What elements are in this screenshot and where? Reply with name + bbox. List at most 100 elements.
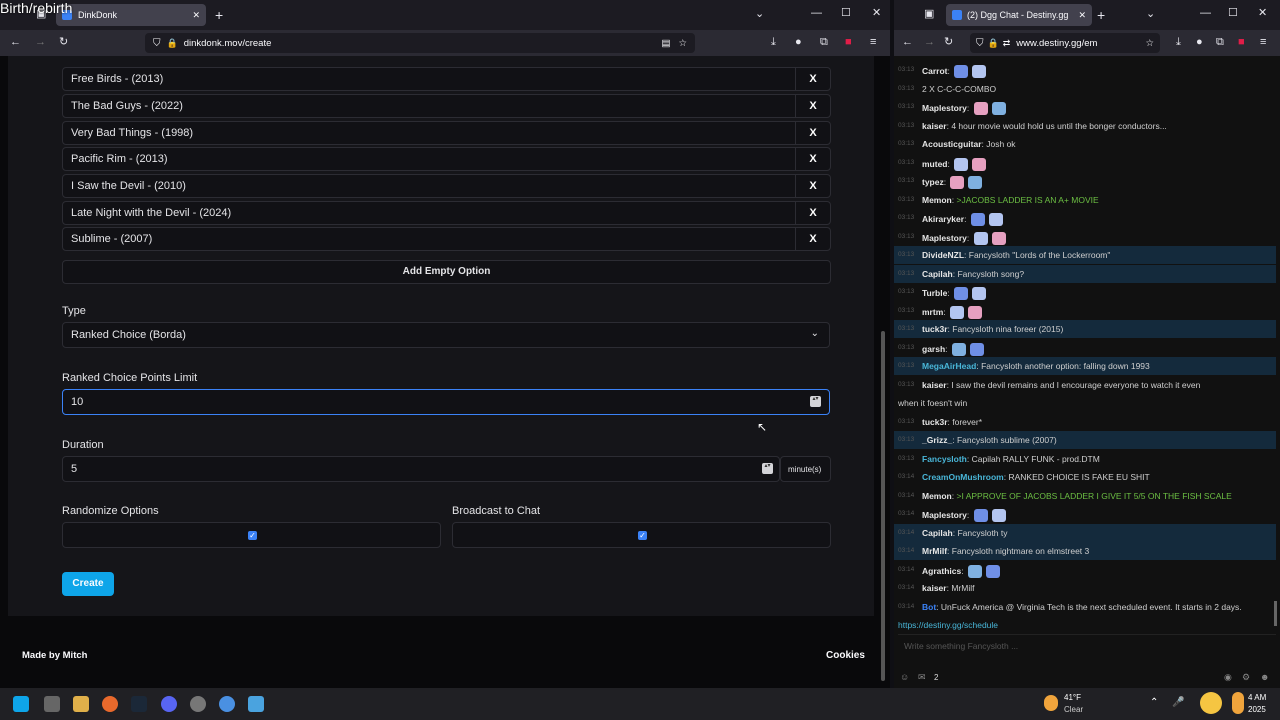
remove-option-button[interactable]: X	[795, 95, 830, 117]
close-tab-icon[interactable]: ✕	[192, 10, 200, 21]
new-tab-icon[interactable]: +	[1097, 8, 1105, 22]
create-button[interactable]: Create	[62, 572, 114, 596]
chat-nick[interactable]: mrtm	[922, 306, 943, 316]
add-empty-option-button[interactable]: Add Empty Option	[62, 260, 831, 284]
chat-nick[interactable]: Carrot	[922, 66, 948, 76]
microphone-icon[interactable]: 🎤	[1172, 697, 1184, 708]
back-icon[interactable]: ←	[902, 37, 913, 48]
tab-list-chevron-icon[interactable]: ⌄	[1146, 9, 1155, 20]
maximize-icon[interactable]: ☐	[841, 8, 851, 19]
scrollbar[interactable]	[881, 331, 885, 681]
chat-nick[interactable]: DivideNZL	[922, 250, 964, 260]
settings-gear-icon[interactable]: ⚙	[1242, 672, 1250, 683]
chat-nick[interactable]: Akiraryker	[922, 214, 964, 224]
remove-option-button[interactable]: X	[795, 122, 830, 144]
remove-option-button[interactable]: X	[795, 202, 830, 224]
notepad-icon[interactable]	[248, 696, 264, 712]
tab-dinkdonk[interactable]: DinkDonk ✕	[56, 4, 206, 26]
broadcast-checkbox[interactable]: ✓	[638, 531, 647, 540]
chat-nick[interactable]: Fancysloth	[922, 454, 967, 464]
duration-input[interactable]: 5 ▴▾	[62, 456, 780, 482]
tab-overview-icon[interactable]: ▣	[924, 9, 934, 20]
chat-nick[interactable]: CreamOnMushroom	[922, 472, 1004, 482]
extensions-icon[interactable]: ⧉	[820, 37, 828, 48]
remove-option-button[interactable]: X	[795, 228, 830, 250]
number-spinner-icon[interactable]: ▴▾	[810, 396, 821, 407]
users-icon[interactable]: ☻	[1260, 672, 1269, 682]
chat-nick[interactable]: _Grizz_	[922, 435, 952, 445]
chat-nick[interactable]: Agrathics	[922, 565, 961, 575]
visibility-icon[interactable]: ◉	[1224, 672, 1232, 683]
close-window-icon[interactable]: ✕	[1258, 8, 1267, 19]
chat-nick[interactable]: garsh	[922, 343, 945, 353]
chat-nick[interactable]: Memon	[922, 491, 952, 501]
firefox-icon[interactable]	[102, 696, 118, 712]
chat-nick[interactable]: Acousticguitar	[922, 139, 982, 149]
points-limit-input[interactable]: 10 ▴▾	[62, 389, 830, 415]
emote-picker-icon[interactable]: ☺	[900, 672, 909, 682]
extension-badge-icon[interactable]: ■	[845, 37, 852, 48]
chat-nick[interactable]: Capilah	[922, 269, 953, 279]
download-icon[interactable]: ⤓	[771, 37, 776, 48]
tray-chevron-icon[interactable]: ⌃	[1150, 697, 1158, 708]
minimize-icon[interactable]: —	[811, 8, 822, 19]
chat-nick[interactable]: kaiser	[922, 121, 947, 131]
start-icon[interactable]	[13, 696, 29, 712]
reader-icon[interactable]: ▤	[661, 38, 670, 49]
whisper-icon[interactable]: ✉	[918, 672, 926, 683]
discord-icon[interactable]	[161, 696, 177, 712]
account-icon[interactable]: ●	[1196, 37, 1203, 48]
minimize-icon[interactable]: —	[1200, 8, 1211, 19]
obs-icon[interactable]	[190, 696, 206, 712]
account-icon[interactable]: ●	[795, 37, 802, 48]
number-spinner-icon[interactable]: ▴▾	[762, 463, 773, 474]
chat-nick[interactable]: tuck3r	[922, 324, 948, 334]
chat-nick[interactable]: typez	[922, 177, 944, 187]
chat-nick[interactable]: Capilah	[922, 528, 953, 538]
menu-icon[interactable]: ≡	[1260, 37, 1266, 48]
cookies-link[interactable]: Cookies	[826, 650, 865, 661]
address-bar[interactable]: ⛉ 🔒 dinkdonk.mov/create ▤ ☆	[145, 33, 695, 53]
chat-nick[interactable]: kaiser	[922, 583, 947, 593]
back-icon[interactable]: ←	[10, 37, 21, 48]
menu-icon[interactable]: ≡	[870, 37, 876, 48]
chat-text[interactable]: https://destiny.gg/schedule	[898, 620, 998, 630]
chat-nick[interactable]: Memon	[922, 195, 952, 205]
chat-nick[interactable]: Maplestory	[922, 232, 967, 242]
forward-icon[interactable]: →	[924, 37, 935, 48]
remove-option-button[interactable]: X	[795, 148, 830, 170]
close-window-icon[interactable]: ✕	[872, 8, 881, 19]
randomize-checkbox[interactable]: ✓	[248, 531, 257, 540]
task-view-icon[interactable]	[44, 696, 60, 712]
chat-scrollbar[interactable]	[1274, 601, 1277, 626]
bookmark-star-icon[interactable]: ☆	[678, 38, 687, 49]
chat-nick[interactable]: Bot	[922, 602, 936, 612]
remove-option-button[interactable]: X	[795, 175, 830, 197]
tab-list-chevron-icon[interactable]: ⌄	[755, 9, 764, 20]
type-select[interactable]: Ranked Choice (Borda) ⌄	[62, 322, 830, 348]
extensions-icon[interactable]: ⧉	[1216, 37, 1224, 48]
chat-nick[interactable]: Maplestory	[922, 510, 967, 520]
reload-icon[interactable]: ↻	[944, 37, 953, 48]
close-tab-icon[interactable]: ✕	[1078, 10, 1086, 21]
chat-nick[interactable]: Maplestory	[922, 103, 967, 113]
chat-nick[interactable]: tuck3r	[922, 417, 948, 427]
download-icon[interactable]: ⤓	[1176, 37, 1181, 48]
chat-nick[interactable]: MrMilf	[922, 546, 947, 556]
bookmark-star-icon[interactable]: ☆	[1145, 38, 1154, 49]
new-tab-icon[interactable]: +	[215, 8, 223, 22]
chat-nick[interactable]: muted	[922, 158, 948, 168]
forward-icon[interactable]: →	[35, 37, 46, 48]
file-explorer-icon[interactable]	[73, 696, 89, 712]
chat-nick[interactable]: kaiser	[922, 380, 947, 390]
app-icon[interactable]	[219, 696, 235, 712]
extension-badge-icon[interactable]: ■	[1238, 37, 1245, 48]
chat-nick[interactable]: MegaAirHead	[922, 361, 976, 371]
maximize-icon[interactable]: ☐	[1228, 8, 1238, 19]
chat-input[interactable]: Write something Fancysloth ...	[898, 634, 1276, 656]
steam-icon[interactable]	[131, 696, 147, 712]
remove-option-button[interactable]: X	[795, 68, 830, 90]
address-bar[interactable]: ⛉ 🔒 ⇄ www.destiny.gg/em ☆	[970, 33, 1160, 53]
reload-icon[interactable]: ↻	[59, 37, 68, 48]
tab-dgg-chat[interactable]: (2) Dgg Chat - Destiny.gg ✕	[946, 4, 1092, 26]
